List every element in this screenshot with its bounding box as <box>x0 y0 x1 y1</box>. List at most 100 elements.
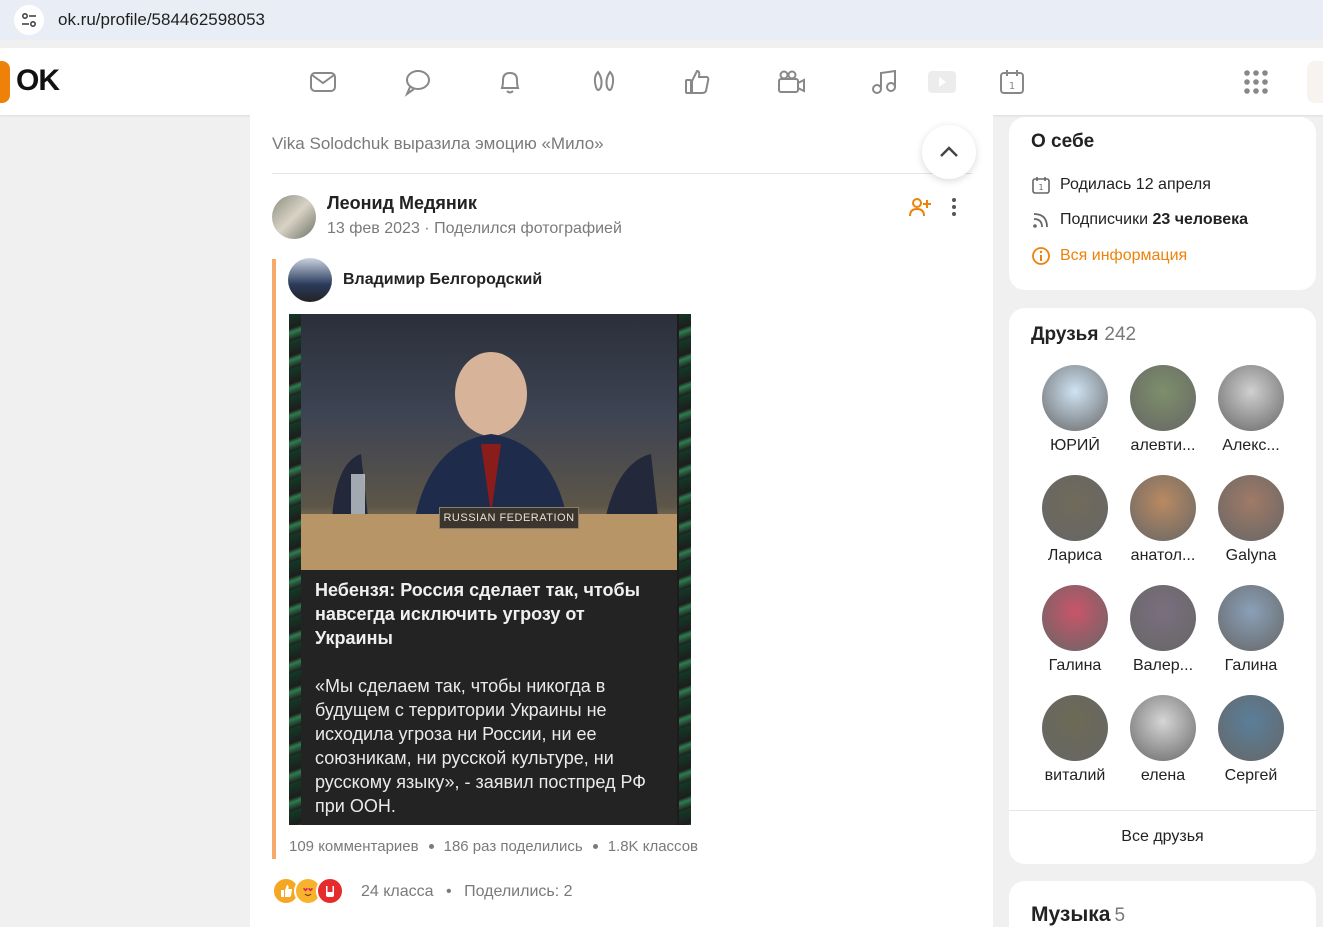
add-friend-icon[interactable] <box>908 195 932 219</box>
friend-avatar[interactable] <box>1130 475 1196 541</box>
post-meta: 13 фев 2023 · Поделился фотографией <box>327 220 622 238</box>
reaction-summary: 24 класса • Поделились: 2 <box>361 883 573 901</box>
news-title: Небензя: Россия сделает так, чтобы навсе… <box>315 580 640 648</box>
author-avatar[interactable] <box>272 195 316 239</box>
chevron-up-icon <box>940 146 958 157</box>
news-card[interactable]: RUSSIAN FEDERATION Небензя: Россия сдела… <box>289 314 691 825</box>
rock-reaction-icon <box>316 877 344 905</box>
friend-name[interactable]: Сергей <box>1207 767 1295 785</box>
music-title[interactable]: Музыка 5 <box>1031 903 1125 927</box>
guests-icon[interactable] <box>588 66 620 98</box>
all-info-link[interactable]: Вся информация <box>1031 246 1187 266</box>
search-stub[interactable] <box>1307 61 1323 103</box>
friend-avatar[interactable] <box>1130 585 1196 651</box>
friend-item[interactable]: виталий <box>1031 695 1119 785</box>
friend-avatar[interactable] <box>1042 585 1108 651</box>
news-body: «Мы сделаем так, чтобы никогда в будущем… <box>315 676 646 816</box>
friend-name[interactable]: Лариса <box>1031 547 1119 565</box>
site-settings-icon[interactable] <box>14 5 44 35</box>
ok-logo-mark[interactable] <box>0 61 10 103</box>
likes-icon[interactable] <box>681 66 713 98</box>
friend-avatar[interactable] <box>1042 695 1108 761</box>
subscribers-row[interactable]: Подписчики 23 человека <box>1031 210 1248 230</box>
friend-name[interactable]: виталий <box>1031 767 1119 785</box>
music-count: 5 <box>1114 905 1126 926</box>
likes-count[interactable]: 1.8K классов <box>608 838 698 855</box>
comments-count[interactable]: 109 комментариев <box>289 838 419 855</box>
post-action: Поделился фотографией <box>434 220 622 237</box>
friend-avatar[interactable] <box>1218 695 1284 761</box>
svg-text:1: 1 <box>1009 81 1015 92</box>
friend-avatar[interactable] <box>1218 475 1284 541</box>
dot-separator <box>428 844 434 849</box>
calendar-icon: 1 <box>1032 177 1050 194</box>
friend-name[interactable]: Галина <box>1031 657 1119 675</box>
music-icon[interactable] <box>868 66 900 98</box>
meta-dot: · <box>424 220 435 237</box>
shares-count[interactable]: 186 раз поделились <box>444 838 583 855</box>
friend-item[interactable]: Сергей <box>1207 695 1295 785</box>
scroll-up-button[interactable] <box>922 125 976 179</box>
friend-name[interactable]: алевти... <box>1119 437 1207 455</box>
friend-name[interactable]: ЮРИЙ <box>1031 437 1119 455</box>
friend-item[interactable]: Валер... <box>1119 585 1207 675</box>
notifications-icon[interactable] <box>494 66 526 98</box>
more-options-icon[interactable] <box>944 195 964 219</box>
author-name[interactable]: Леонид Медяник <box>327 193 477 214</box>
friend-name[interactable]: анатол... <box>1119 547 1207 565</box>
about-card: О себе 1 Родилась 12 апреля Подписчики 2… <box>1009 117 1316 290</box>
friend-name[interactable]: елена <box>1119 767 1207 785</box>
divider <box>1009 810 1316 811</box>
friends-title-text: Друзья <box>1031 324 1099 345</box>
news-photo <box>301 314 677 570</box>
friend-avatar[interactable] <box>1042 365 1108 431</box>
friend-item[interactable]: Галина <box>1031 585 1119 675</box>
shared-count[interactable]: Поделились: 2 <box>464 883 572 900</box>
apps-grid-icon[interactable] <box>1240 66 1272 98</box>
friend-item[interactable]: алевти... <box>1119 365 1207 455</box>
video-icon[interactable] <box>775 66 807 98</box>
friend-item[interactable]: анатол... <box>1119 475 1207 565</box>
rss-icon <box>1033 213 1048 228</box>
friends-card: Друзья 242 ЮРИЙ алевти... Алекс... Лариса ана… <box>1009 308 1316 864</box>
ok-logo[interactable]: OK <box>16 64 60 98</box>
top-navigation: OK 1 <box>0 48 1323 115</box>
repost-stats: 109 комментариев 186 раз поделились 1.8K… <box>289 838 698 855</box>
music-card: Музыка 5 <box>1009 881 1316 927</box>
url-field[interactable]: ok.ru/profile/584462598053 <box>0 0 1323 40</box>
discussions-icon[interactable] <box>401 66 433 98</box>
play-icon[interactable] <box>925 66 957 98</box>
friend-item[interactable]: Галина <box>1207 585 1295 675</box>
svg-text:1: 1 <box>1038 183 1043 192</box>
divider <box>272 173 972 174</box>
url-text[interactable]: ok.ru/profile/584462598053 <box>58 10 265 30</box>
browser-address-bar: ok.ru/profile/584462598053 <box>0 0 1323 40</box>
birthday-text: Родилась 12 апреля <box>1060 176 1211 193</box>
all-info-text[interactable]: Вся информация <box>1060 247 1187 265</box>
friend-avatar[interactable] <box>1218 365 1284 431</box>
card-decoration-left <box>289 314 301 825</box>
all-friends-link[interactable]: Все друзья <box>1009 828 1316 846</box>
friend-name[interactable]: Валер... <box>1119 657 1207 675</box>
messages-icon[interactable] <box>307 66 339 98</box>
friend-item[interactable]: Лариса <box>1031 475 1119 565</box>
friend-name[interactable]: Галина <box>1207 657 1295 675</box>
feed-event-text[interactable]: Vika Solodchuk выразила эмоцию «Мило» <box>272 134 604 154</box>
friend-item[interactable]: елена <box>1119 695 1207 785</box>
friend-name[interactable]: Galyna <box>1207 547 1295 565</box>
reaction-icons[interactable] <box>272 877 344 905</box>
repost-author-name[interactable]: Владимир Белгородский <box>343 271 542 289</box>
friend-avatar[interactable] <box>1218 585 1284 651</box>
friend-item[interactable]: Galyna <box>1207 475 1295 565</box>
friend-avatar[interactable] <box>1042 475 1108 541</box>
friend-avatar[interactable] <box>1130 365 1196 431</box>
klass-count[interactable]: 24 класса <box>361 883 434 900</box>
friend-item[interactable]: ЮРИЙ <box>1031 365 1119 455</box>
friend-name[interactable]: Алекс... <box>1207 437 1295 455</box>
friend-item[interactable]: Алекс... <box>1207 365 1295 455</box>
events-icon[interactable]: 1 <box>996 66 1028 98</box>
repost-author-avatar[interactable] <box>288 258 332 302</box>
friend-avatar[interactable] <box>1130 695 1196 761</box>
friends-title[interactable]: Друзья 242 <box>1031 324 1136 346</box>
un-meeting-photo <box>301 352 677 570</box>
